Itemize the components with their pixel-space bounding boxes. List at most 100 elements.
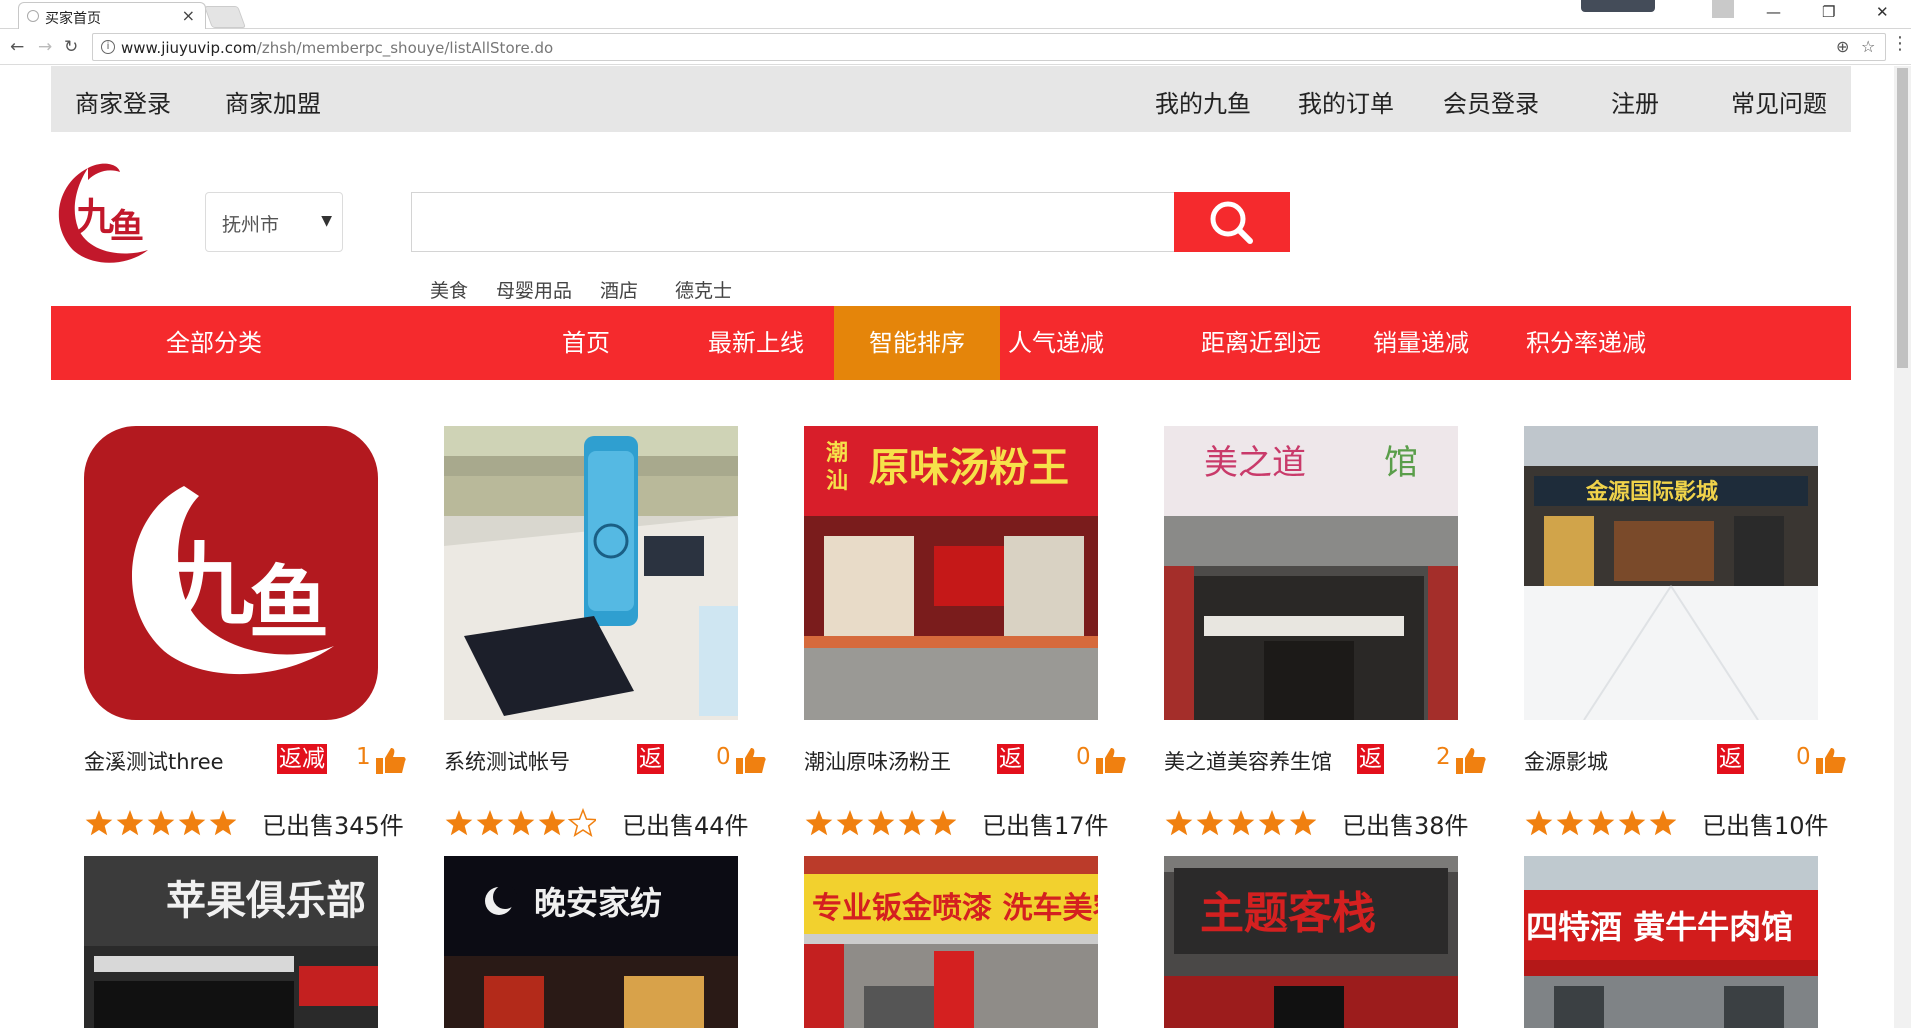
- star-filled-icon: [1165, 810, 1193, 836]
- shop-sign-text: 汕: [826, 468, 848, 494]
- star-filled-icon: [898, 810, 926, 836]
- store-image[interactable]: 潮 汕 原味汤粉王: [804, 426, 1098, 720]
- thumbs-up-icon[interactable]: [376, 746, 406, 774]
- restore-icon[interactable]: ❐: [1822, 3, 1835, 21]
- rating-stars: [445, 808, 596, 837]
- sold-count: 已出售38件: [1342, 812, 1469, 840]
- tab-smart-sort[interactable]: 智能排序: [834, 306, 1000, 380]
- store-card[interactable]: 晚安家纺: [444, 856, 774, 1028]
- star-filled-icon: [538, 810, 566, 836]
- star-filled-icon: [1556, 810, 1584, 836]
- store-name[interactable]: 系统测试帐号: [444, 746, 570, 776]
- store-image[interactable]: 四特酒 黄牛牛肉馆: [1524, 856, 1818, 1028]
- search-input[interactable]: [411, 192, 1176, 252]
- thumbs-up-icon[interactable]: [1096, 746, 1126, 774]
- close-tab-icon[interactable]: ×: [182, 6, 195, 25]
- back-icon[interactable]: ←: [10, 37, 24, 57]
- bookmark-star-icon[interactable]: ☆: [1861, 37, 1875, 56]
- city-select[interactable]: 抚州市 ▼: [205, 192, 343, 252]
- shop-sign-text: 主题客栈: [1200, 888, 1376, 939]
- shop-sign-text: 潮: [826, 440, 848, 466]
- thumbs-up-icon[interactable]: [1456, 746, 1486, 774]
- tab-popularity[interactable]: 人气递减: [1001, 306, 1111, 380]
- tab-home[interactable]: 首页: [531, 306, 641, 380]
- store-name[interactable]: 美之道美容养生馆: [1164, 746, 1332, 776]
- store-image[interactable]: 晚安家纺: [444, 856, 738, 1028]
- car-wash-photo: 专业钣金喷漆 洗车美容: [804, 856, 1098, 1028]
- star-filled-icon: [1649, 810, 1676, 836]
- close-window-icon[interactable]: ✕: [1876, 3, 1889, 21]
- hot-tag[interactable]: 母婴用品: [496, 276, 572, 303]
- all-categories-button[interactable]: 全部分类: [139, 306, 289, 380]
- faq-link[interactable]: 常见问题: [1731, 84, 1827, 119]
- store-card[interactable]: 四特酒 黄牛牛肉馆: [1524, 856, 1854, 1028]
- rebate-badge: 返: [1717, 744, 1744, 774]
- like-count: 1: [356, 744, 371, 770]
- merchant-login-link[interactable]: 商家登录: [75, 84, 171, 119]
- page-scrollbar[interactable]: [1894, 66, 1911, 1028]
- member-login-link[interactable]: 会员登录: [1443, 84, 1539, 119]
- tab-sales[interactable]: 销量递减: [1361, 306, 1481, 380]
- browser-tab[interactable]: 买家首页 ×: [18, 2, 206, 29]
- store-image[interactable]: 金源国际影城: [1524, 426, 1818, 720]
- my-jiuyu-link[interactable]: 我的九鱼: [1155, 84, 1251, 119]
- my-orders-link[interactable]: 我的订单: [1298, 84, 1394, 119]
- rebate-badge: 返减: [277, 744, 327, 774]
- desk-photo: [444, 426, 738, 720]
- category-bar: 全部分类 首页 最新上线 智能排序 人气递减 距离近到远 销量递减 积分率递减: [51, 306, 1851, 380]
- shop-sign-text: 金源国际影城: [1585, 479, 1718, 505]
- zoom-icon[interactable]: ⊕: [1836, 37, 1849, 56]
- reload-icon[interactable]: ↻: [64, 37, 78, 57]
- site-info-icon[interactable]: i: [101, 40, 115, 54]
- shop-sign-text: 晚安家纺: [534, 884, 662, 922]
- sold-count: 已出售345件: [262, 812, 404, 840]
- hot-tag[interactable]: 酒店: [600, 276, 638, 303]
- star-filled-icon: [1258, 810, 1286, 836]
- forward-icon[interactable]: →: [38, 37, 52, 57]
- store-image[interactable]: 美之道 馆: [1164, 426, 1458, 720]
- browser-menu-icon[interactable]: ⋮: [1891, 33, 1909, 54]
- scrollbar-thumb[interactable]: [1897, 68, 1908, 368]
- tab-points-rate[interactable]: 积分率递减: [1516, 306, 1656, 380]
- store-name[interactable]: 金溪测试three: [84, 746, 224, 776]
- store-image[interactable]: 苹果俱乐部: [84, 856, 378, 1028]
- hot-tag[interactable]: 德克士: [675, 276, 732, 303]
- thumbs-up-icon[interactable]: [736, 746, 766, 774]
- svg-text:九: 九: [76, 194, 114, 239]
- profile-icon[interactable]: [1712, 0, 1734, 18]
- shop-sign-text: 四特酒 黄牛牛肉馆: [1526, 908, 1793, 946]
- store-image[interactable]: 专业钣金喷漆 洗车美容: [804, 856, 1098, 1028]
- page-favicon-icon: [27, 10, 39, 22]
- sold-count: 已出售10件: [1702, 812, 1829, 840]
- thumbs-up-icon[interactable]: [1816, 746, 1846, 774]
- url-omnibox[interactable]: i www.jiuyuvip.com/zhsh/memberpc_shouye/…: [92, 33, 1886, 61]
- store-image[interactable]: [444, 426, 738, 720]
- store-name[interactable]: 潮汕原味汤粉王: [804, 746, 951, 776]
- rating-stars: [805, 810, 956, 836]
- beauty-salon-photo: 美之道 馆: [1164, 426, 1458, 720]
- tab-newest[interactable]: 最新上线: [686, 306, 826, 380]
- store-image[interactable]: 九 鱼: [84, 426, 378, 720]
- browser-tab-bar: 买家首页 × — ❐ ✕: [0, 0, 1911, 29]
- jiuyu-logo-icon[interactable]: 九 鱼: [48, 158, 158, 270]
- url-text: www.jiuyuvip.com/zhsh/memberpc_shouye/li…: [121, 39, 553, 57]
- store-card[interactable]: 苹果俱乐部: [84, 856, 414, 1028]
- merchant-join-link[interactable]: 商家加盟: [225, 84, 321, 119]
- shop-sign-text: 专业钣金喷漆 洗车美容: [812, 891, 1098, 926]
- register-link[interactable]: 注册: [1611, 84, 1659, 119]
- hot-tag[interactable]: 美食: [430, 276, 468, 303]
- star-filled-icon: [1525, 810, 1553, 836]
- rebate-badge: 返: [637, 744, 664, 774]
- tab-distance[interactable]: 距离近到远: [1181, 306, 1341, 380]
- search-button[interactable]: [1174, 192, 1290, 252]
- new-tab-button[interactable]: [203, 6, 247, 28]
- rebate-badge: 返: [1357, 744, 1384, 774]
- store-name[interactable]: 金源影城: [1524, 746, 1608, 776]
- hotel-photo: 主题客栈: [1164, 856, 1458, 1028]
- store-card[interactable]: 专业钣金喷漆 洗车美容: [804, 856, 1134, 1028]
- store-image[interactable]: 主题客栈: [1164, 856, 1458, 1028]
- minimize-icon[interactable]: —: [1766, 3, 1781, 21]
- star-filled-icon: [445, 810, 473, 836]
- store-card[interactable]: 主题客栈: [1164, 856, 1494, 1028]
- extension-bar[interactable]: [1581, 0, 1655, 12]
